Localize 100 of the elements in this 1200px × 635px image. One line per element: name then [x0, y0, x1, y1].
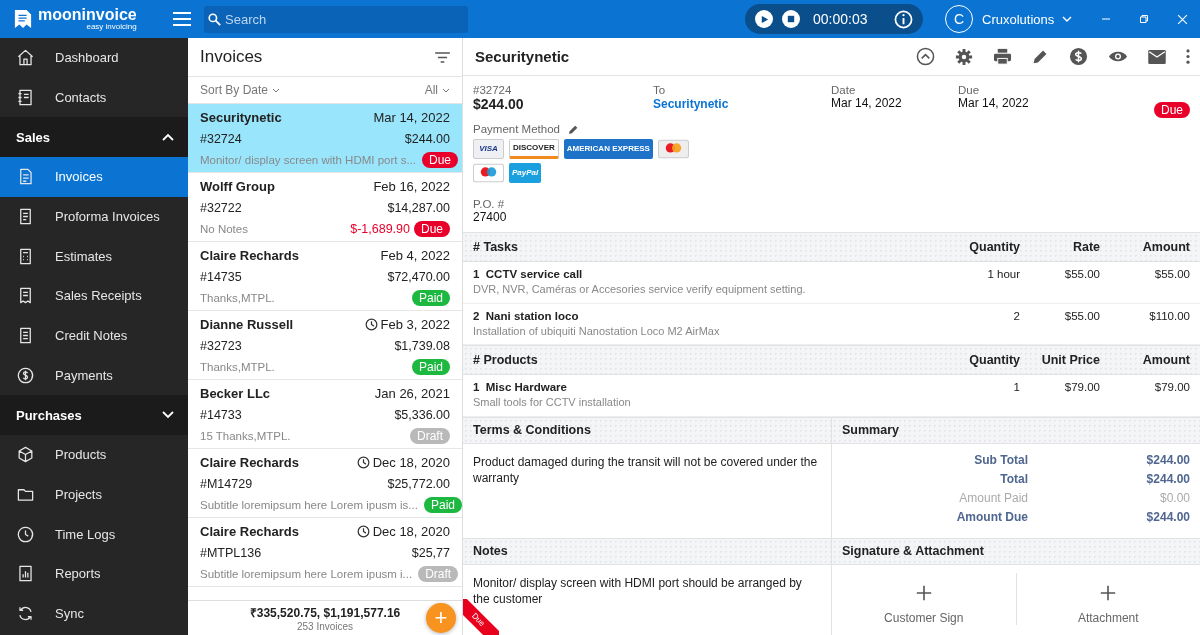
stop-button[interactable] [782, 10, 800, 28]
line-item-name: 1 CCTV service call [473, 268, 584, 280]
invoice-date: Mar 14, 2022 [373, 110, 450, 125]
sidebar-item[interactable]: Products [0, 434, 188, 475]
play-button[interactable] [755, 10, 773, 28]
field-label: To [653, 84, 667, 96]
sidebar-item[interactable]: Reports [0, 553, 188, 594]
client-name: Claire Rechards [200, 524, 299, 539]
info-icon[interactable] [894, 9, 913, 29]
chart-icon [16, 564, 35, 584]
client-link[interactable]: Securitynetic [653, 97, 831, 111]
app-tagline: easy invoicing [86, 23, 137, 31]
filter-dropdown[interactable]: All [424, 83, 450, 97]
payment-card-logo: VISA [473, 139, 504, 159]
sidebar-item[interactable]: Sales Receipts [0, 276, 188, 316]
sidebar-item[interactable]: Contacts [0, 77, 188, 118]
status-badge: Due [422, 152, 459, 168]
column-header: Amount [1141, 353, 1190, 367]
chevron-icon [162, 133, 174, 142]
edit-icon[interactable] [1032, 48, 1049, 65]
close-icon [1176, 13, 1188, 25]
summary-label: Sub Total [973, 451, 1028, 468]
sidebar-item[interactable]: Projects [0, 474, 188, 515]
invoice-list-item[interactable]: Claire Rechards Dec 18, 2020 #M14729 $25,772.00 Subtitle loremipsum here Lorem ipusm is... Paid [188, 449, 462, 518]
invoice-amount: $72,470.00 [387, 269, 450, 284]
invoice-note: No Notes [200, 223, 248, 235]
client-name: Wolff Group [200, 179, 275, 194]
summary-label: Amount Paid [958, 489, 1028, 506]
section-title: Terms & Conditions [473, 423, 591, 437]
invoice-list-item[interactable]: Dianne Russell Feb 3, 2022 #32723 $1,739.08 Thanks,MTPL. Paid [188, 311, 462, 380]
invoice-number: #32722 [200, 200, 242, 215]
table-cell-text: 1 [1012, 381, 1020, 393]
sidebar-item[interactable]: Invoices [0, 157, 188, 197]
sidebar-item[interactable]: Payments [0, 355, 188, 396]
invoice-date: Feb 16, 2022 [373, 179, 450, 194]
add-attachment-button[interactable]: Customer Sign [832, 572, 1017, 625]
invoice-number: #14735 [200, 269, 242, 284]
line-item-description: Installation of ubiquiti Nanostation Loco M2 AirMax [473, 324, 721, 337]
invoice-number: #14733 [200, 407, 242, 422]
settings-icon[interactable] [955, 47, 973, 66]
add-attachment-button[interactable]: Attachment [1016, 572, 1200, 625]
invoice-list-item[interactable]: Claire Rechards Dec 18, 2020 #MTPL136 $25,77 Subtitle loremipsum here Lorem ipusm i... Draft [188, 518, 462, 587]
edit-icon[interactable] [567, 123, 579, 135]
chevron-icon [162, 411, 174, 420]
invoice-list-item[interactable]: Claire Rechards Feb 4, 2022 #14735 $72,470.00 Thanks,MTPL. Paid [188, 242, 462, 311]
status-badge: Due [1154, 102, 1190, 118]
collapse-icon[interactable] [916, 47, 935, 66]
sidebar-item[interactable]: Estimates [0, 236, 188, 277]
search-input[interactable]: Search [225, 8, 461, 30]
invoice-amount: $25,772.00 [387, 476, 450, 491]
client-name: Claire Rechards [200, 248, 299, 263]
invoice-list-item[interactable]: Becker LLc Jan 26, 2021 #14733 $5,336.00 15 Thanks,MTPL. Draft [188, 380, 462, 449]
invoice-note: Thanks,MTPL. [200, 292, 275, 304]
summary-value: $244.00 [1145, 470, 1190, 487]
print-icon[interactable] [993, 47, 1012, 66]
table-cell-text: $110.00 [1148, 309, 1190, 322]
sidebar-item[interactable]: Sync [0, 593, 188, 634]
caret-icon [272, 87, 281, 93]
section-title: Summary [842, 423, 899, 437]
payment-card-logo: PayPal [509, 163, 542, 183]
dollar-icon[interactable] [1069, 47, 1088, 66]
client-name: Claire Rechards [200, 455, 299, 470]
payment-card-logo [657, 139, 689, 159]
sidebar-item[interactable]: Proforma Invoices [0, 196, 188, 237]
invoice-list-item[interactable]: Wolff Group Feb 16, 2022 #32722 $14,287.00 No Notes $-1,689.90 Due [188, 173, 462, 242]
invoice-count: 253 Invoices [296, 621, 354, 632]
stop-icon [787, 15, 795, 23]
payment-card-logo: AMERICAN EXPRESS [563, 139, 653, 159]
logo-icon [14, 9, 32, 29]
invoice-number: #32723 [200, 338, 242, 353]
summary-value: $0.00 [1158, 489, 1190, 506]
search-field[interactable]: Search [204, 5, 468, 33]
filter-icon[interactable] [435, 51, 450, 63]
account-menu[interactable]: Cruxolutions [982, 11, 1073, 27]
table-cell-text: $79.00 [1153, 381, 1190, 393]
field-label: Due [958, 84, 981, 96]
field-label: Date [831, 84, 857, 96]
invoice-date: Dec 18, 2020 [372, 524, 450, 539]
sidebar-item[interactable]: Time Logs [0, 514, 188, 554]
preview-icon[interactable] [1108, 50, 1128, 63]
sidebar-section[interactable]: Purchases [0, 395, 188, 435]
column-header: Quantity [968, 240, 1020, 254]
more-icon[interactable] [1186, 49, 1190, 64]
sort-dropdown[interactable]: Sort By Date [200, 83, 281, 97]
invoice-date: Feb 3, 2022 [380, 317, 450, 332]
table-cell-text: $55.00 [1063, 309, 1100, 322]
sidebar-item[interactable]: Credit Notes [0, 315, 188, 356]
status-badge: Due [414, 221, 450, 237]
sidebar-section[interactable]: Sales [0, 117, 188, 158]
status-badge: Draft [410, 428, 450, 444]
house-icon [16, 48, 35, 68]
menu-button[interactable] [172, 9, 192, 29]
line-item-name: 1 Misc Hardware [473, 381, 568, 393]
mail-icon[interactable] [1148, 49, 1166, 64]
table-cell-text: 1 hour [986, 268, 1020, 280]
column-header: Quantity [968, 353, 1020, 367]
sidebar-item[interactable]: Dashboard [0, 38, 188, 78]
invoice-list-item[interactable]: Securitynetic Mar 14, 2022 #32724 $244.00 Monitor/ display screen with HDMI port s... Due [188, 104, 462, 173]
search-icon[interactable] [208, 12, 221, 26]
column-header: Unit Price [1040, 353, 1100, 367]
